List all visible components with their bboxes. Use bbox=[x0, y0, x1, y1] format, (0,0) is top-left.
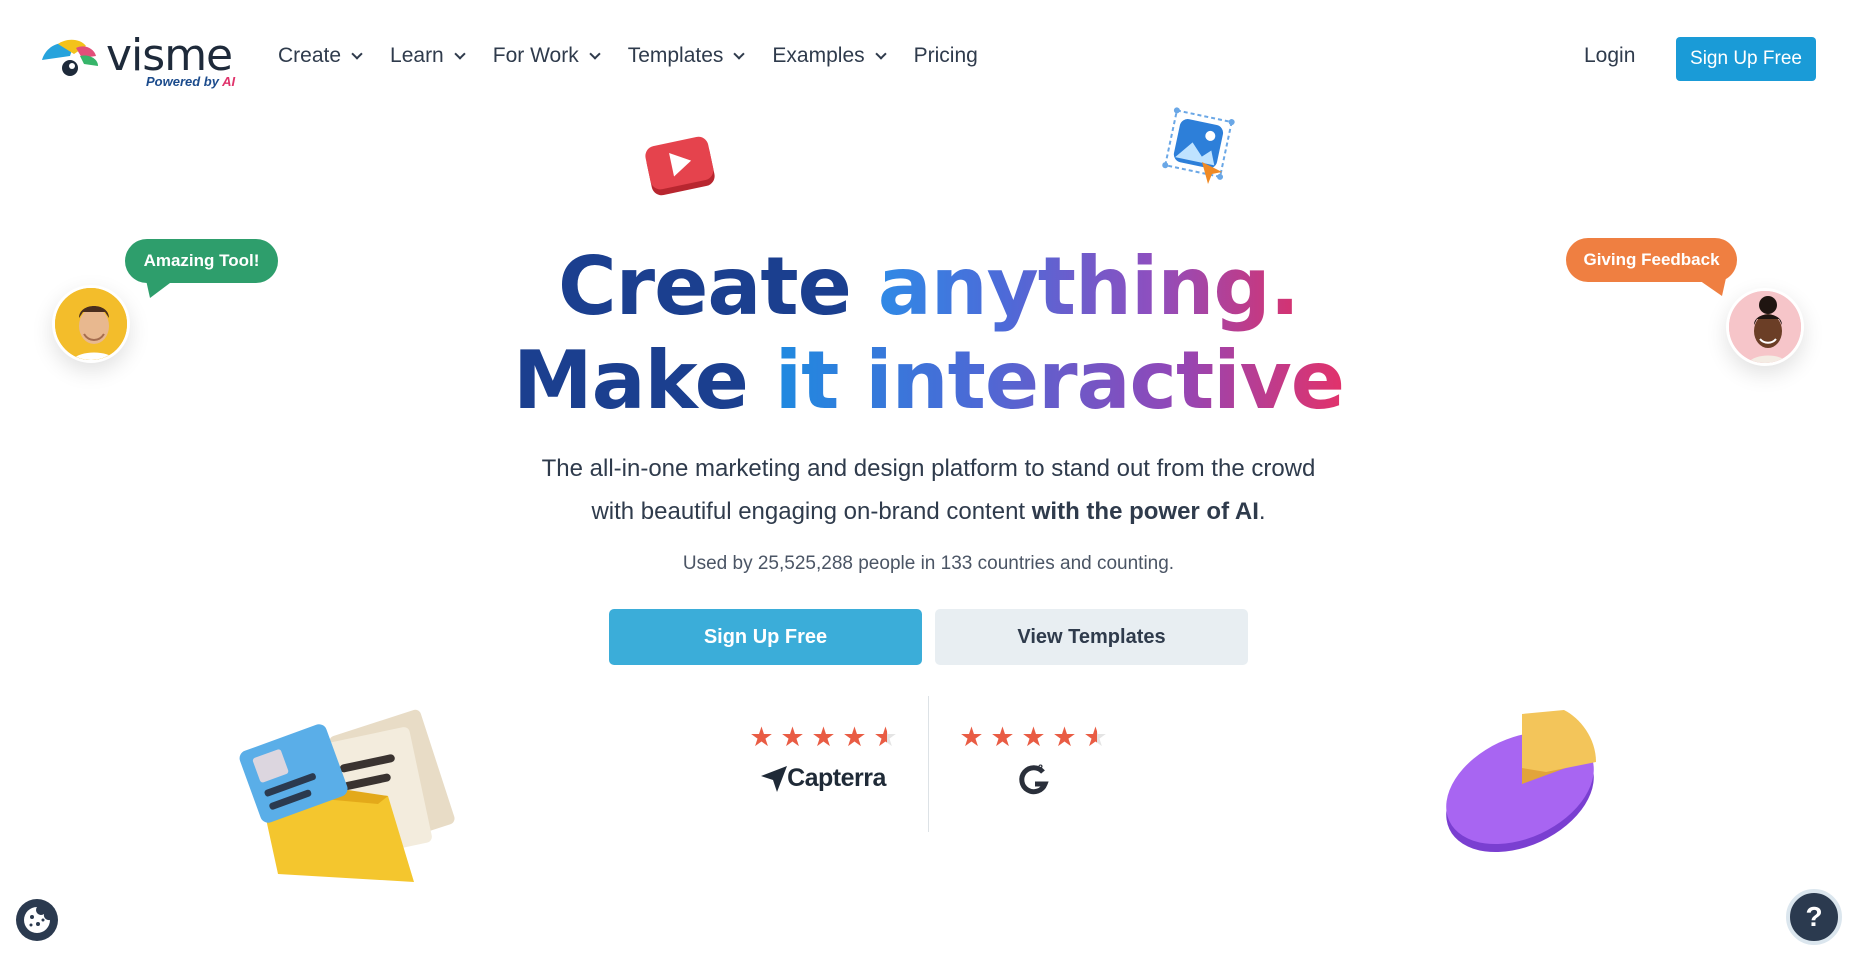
login-link[interactable]: Login bbox=[1584, 44, 1635, 68]
folder-documents-icon bbox=[239, 709, 455, 882]
chevron-down-icon bbox=[589, 48, 601, 60]
star-icon: ★ bbox=[780, 722, 805, 752]
rating-divider bbox=[928, 696, 929, 832]
hero-subheadline: The all-in-one marketing and design plat… bbox=[541, 455, 1316, 525]
question-mark-icon: ? bbox=[1805, 901, 1823, 932]
star-icon: ★ bbox=[749, 722, 774, 752]
logo-tagline: Powered by AI bbox=[146, 74, 236, 89]
hero-signup-button[interactable]: Sign Up Free bbox=[609, 609, 922, 665]
star-rating: ★ ★ ★ ★ ★ bbox=[746, 722, 901, 752]
nav-item-for-work[interactable]: For Work bbox=[493, 44, 601, 68]
nav-item-create[interactable]: Create bbox=[278, 44, 363, 68]
g2-logo-icon: 2 bbox=[1018, 763, 1049, 795]
headline-line-1: Create anything. bbox=[557, 240, 1300, 333]
star-icon: ★ bbox=[1052, 722, 1077, 752]
cookie-settings-button[interactable] bbox=[16, 899, 58, 941]
star-icon: ★ bbox=[1021, 722, 1046, 752]
visme-logo[interactable]: visme Powered by AI bbox=[40, 30, 250, 92]
star-icon: ★ bbox=[990, 722, 1015, 752]
star-icon: ★ bbox=[811, 722, 836, 752]
capterra-arrow-icon bbox=[761, 765, 788, 792]
star-rating: ★ ★ ★ ★ ★ bbox=[956, 722, 1111, 752]
chevron-down-icon bbox=[351, 48, 363, 60]
image-edit-icon bbox=[1162, 107, 1235, 184]
play-video-icon bbox=[645, 136, 715, 196]
top-navigation: visme Powered by AI Create Learn For Wor… bbox=[0, 0, 1857, 118]
capterra-logo: Capterra bbox=[761, 764, 886, 793]
nav-signup-button[interactable]: Sign Up Free bbox=[1676, 37, 1816, 81]
half-star-icon: ★ bbox=[870, 722, 901, 752]
g2-rating[interactable]: ★ ★ ★ ★ ★ 2 bbox=[956, 722, 1111, 801]
headline-line-2: Make it interactive bbox=[512, 334, 1345, 427]
hero-headline: Create anything. Make it interactive bbox=[0, 240, 1857, 428]
pie-chart-3d-icon bbox=[1446, 710, 1596, 853]
chevron-down-icon bbox=[454, 48, 466, 60]
nav-item-pricing[interactable]: Pricing bbox=[914, 44, 978, 68]
chameleon-logo-icon bbox=[42, 39, 98, 76]
nav-item-templates[interactable]: Templates bbox=[628, 44, 746, 68]
view-templates-button[interactable]: View Templates bbox=[935, 609, 1248, 665]
chevron-down-icon bbox=[733, 48, 746, 60]
main-menu: Create Learn For Work Templates Examples… bbox=[278, 44, 1007, 68]
nav-item-examples[interactable]: Examples bbox=[772, 44, 887, 68]
svg-text:2: 2 bbox=[1038, 763, 1043, 773]
usage-stat-text: Used by 25,525,288 people in 133 countri… bbox=[682, 553, 1175, 574]
help-chat-button[interactable]: ? bbox=[1786, 889, 1842, 945]
star-icon: ★ bbox=[842, 722, 867, 752]
g2-logo: 2 bbox=[1017, 762, 1051, 801]
half-star-icon: ★ bbox=[1080, 722, 1111, 752]
nav-item-learn[interactable]: Learn bbox=[390, 44, 466, 68]
star-icon: ★ bbox=[959, 722, 984, 752]
chevron-down-icon bbox=[874, 48, 887, 60]
capterra-rating[interactable]: ★ ★ ★ ★ ★ Capterra bbox=[746, 722, 901, 793]
cookie-icon bbox=[24, 907, 50, 933]
